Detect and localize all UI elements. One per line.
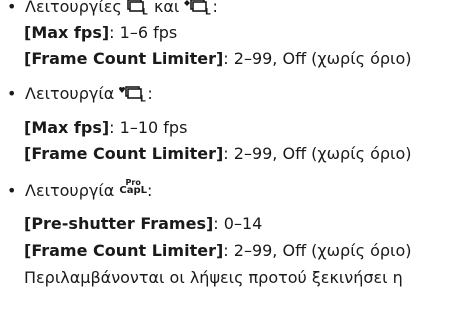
setting-key: [Frame Count Limiter] bbox=[24, 241, 224, 260]
setting-row: [Max fps]: 1–10 fps bbox=[24, 117, 187, 139]
list-item-mode-heart: • Λειτουργία L : bbox=[7, 83, 153, 105]
setting-row: [Pre-shutter Frames]: 0–14 bbox=[24, 213, 262, 235]
setting-row: [Frame Count Limiter]: 2–99, Off (χωρίς … bbox=[24, 143, 412, 165]
mode-suffix: : bbox=[147, 181, 153, 200]
setting-row: [Frame Count Limiter]: 2–99, Off (χωρίς … bbox=[24, 240, 412, 262]
note-body: Περιλαμβάνονται οι λήψεις προτού ξεκινήσ… bbox=[24, 268, 403, 287]
setting-key: [Max fps] bbox=[24, 118, 110, 137]
note-text: Περιλαμβάνονται οι λήψεις προτού ξεκινήσ… bbox=[24, 267, 403, 289]
svg-text:L: L bbox=[205, 8, 211, 16]
setting-row: [Frame Count Limiter]: 2–99, Off (χωρίς … bbox=[24, 48, 412, 70]
mode-suffix: : bbox=[212, 0, 218, 16]
bullet: • bbox=[7, 181, 17, 200]
setting-key: [Pre-shutter Frames] bbox=[24, 214, 214, 233]
setting-row: [Max fps]: 1–6 fps bbox=[24, 22, 177, 44]
setting-key: [Frame Count Limiter] bbox=[24, 144, 224, 163]
setting-key: [Max fps] bbox=[24, 23, 110, 42]
document-page: • Λειτουργίες L και L : [Max fps]: 1–6 fp… bbox=[0, 0, 466, 325]
svg-text:L: L bbox=[140, 95, 146, 103]
setting-value: : 2–99, Off (χωρίς όριο) bbox=[223, 144, 412, 163]
mode-suffix: : bbox=[147, 84, 153, 103]
setting-value: : 2–99, Off (χωρίς όριο) bbox=[223, 241, 412, 260]
setting-value: : 1–10 fps bbox=[109, 118, 188, 137]
setting-value: : 0–14 bbox=[213, 214, 263, 233]
pro-capture-low-icon: Pro CapL bbox=[119, 179, 147, 196]
mode-label: Λειτουργία bbox=[25, 84, 115, 103]
pro-capture-icon-bottom: CapL bbox=[119, 185, 147, 196]
list-item-mode-pro-capture: • Λειτουργία Pro CapL: bbox=[7, 179, 152, 201]
silent-continuous-shooting-low-icon: L bbox=[184, 0, 212, 16]
setting-value: : 1–6 fps bbox=[109, 23, 178, 42]
svg-text:L: L bbox=[142, 8, 148, 16]
continuous-shooting-low-icon: L bbox=[127, 0, 149, 16]
bullet: • bbox=[7, 84, 17, 103]
mode-label: Λειτουργίες bbox=[25, 0, 122, 16]
setting-key: [Frame Count Limiter] bbox=[24, 49, 224, 68]
setting-value: : 2–99, Off (χωρίς όριο) bbox=[223, 49, 412, 68]
mode-label: Λειτουργία bbox=[25, 181, 115, 200]
bullet: • bbox=[7, 0, 17, 16]
mode-connector: και bbox=[153, 0, 180, 16]
list-item-mode-low: • Λειτουργίες L και L : bbox=[7, 0, 218, 18]
heart-continuous-shooting-low-icon: L bbox=[119, 86, 147, 103]
